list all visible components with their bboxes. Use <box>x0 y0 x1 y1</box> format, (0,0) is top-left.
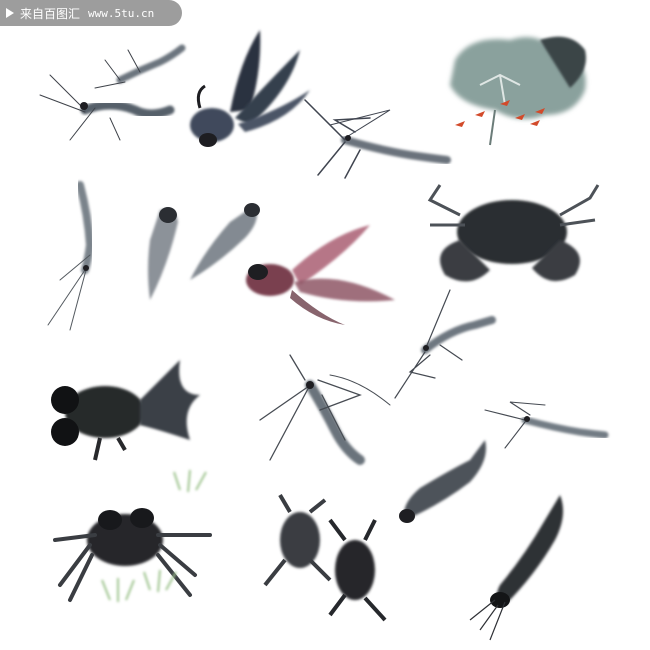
shrimp-ink-painting <box>304 99 451 179</box>
shrimp-ink-painting <box>484 401 609 449</box>
crab-with-grass-ink-painting <box>53 469 212 602</box>
goldfish-ink-painting <box>190 30 310 147</box>
goldfish-ink-painting <box>246 225 395 325</box>
small-fish-ink-painting <box>148 207 178 300</box>
shrimp-ink-painting <box>47 181 95 331</box>
crabs-ink-painting <box>263 493 387 622</box>
shrimp-ink-painting <box>259 354 391 465</box>
lotus-leaf-with-red-fish <box>450 36 586 146</box>
shrimp-ink-painting <box>394 289 496 399</box>
crab-ink-painting <box>427 184 600 282</box>
ink-painting-canvas <box>39 30 609 641</box>
fish-ink-painting <box>399 440 486 523</box>
goldfish-ink-painting <box>51 360 200 461</box>
catfish-ink-painting <box>469 495 564 641</box>
shrimp-ink-painting <box>39 44 186 141</box>
